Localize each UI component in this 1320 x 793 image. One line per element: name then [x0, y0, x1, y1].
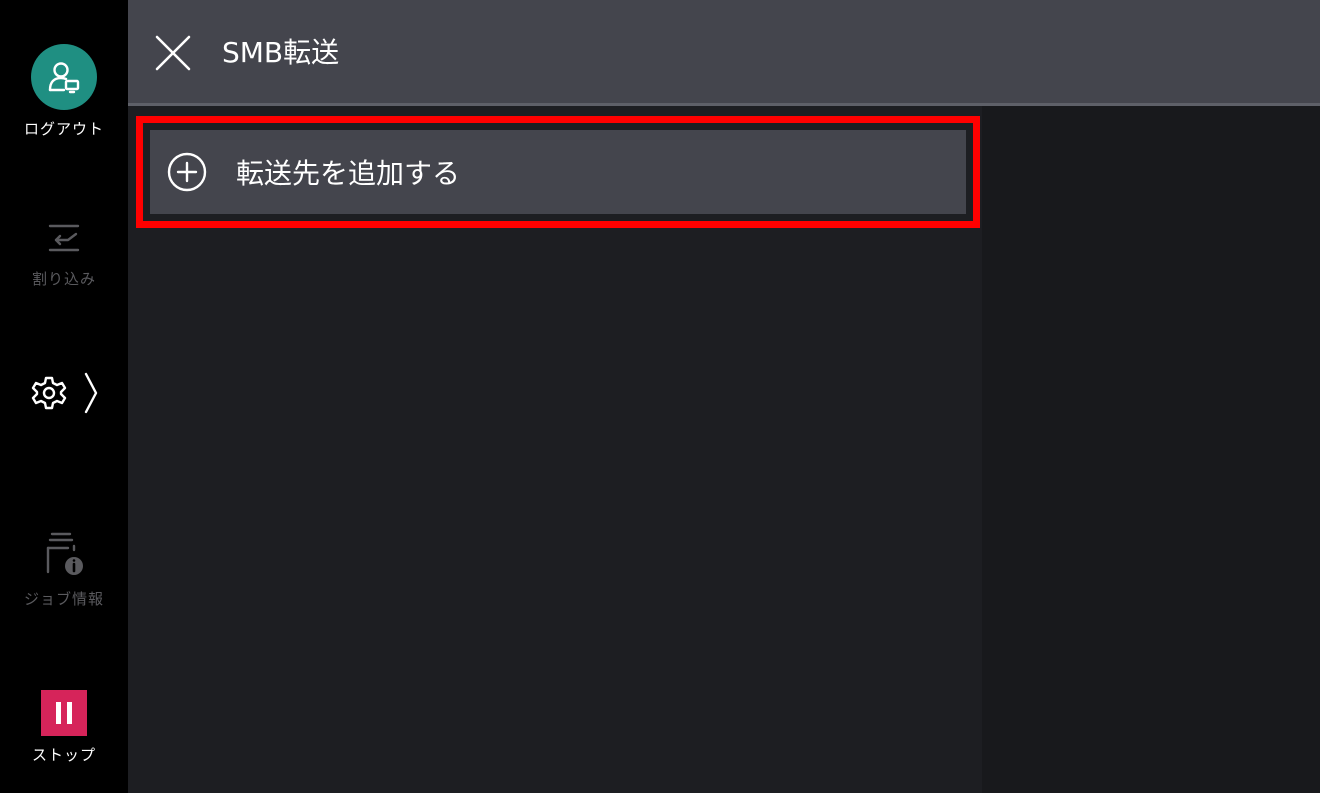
side-rail: ログアウト 割り込み ジョブ情報 ストップ — [0, 0, 128, 793]
header-bar: SMB転送 — [128, 0, 1320, 106]
stop-button[interactable]: ストップ — [0, 690, 128, 765]
settings-button[interactable] — [0, 370, 128, 416]
user-monitor-icon — [48, 62, 80, 94]
page-title: SMB転送 — [222, 36, 340, 69]
stop-label: ストップ — [31, 746, 96, 764]
stop-badge — [41, 690, 87, 736]
highlight-frame — [136, 116, 980, 228]
gear-icon — [31, 376, 67, 410]
logout-button[interactable]: ログアウト — [0, 44, 128, 139]
detail-panel — [982, 106, 1320, 793]
job-info-label: ジョブ情報 — [23, 590, 104, 608]
logout-avatar — [31, 44, 97, 110]
close-button[interactable] — [152, 32, 194, 74]
close-icon — [155, 35, 191, 71]
logout-label: ログアウト — [23, 120, 104, 138]
interrupt-label: 割り込み — [31, 270, 96, 288]
interrupt-icon — [48, 224, 80, 252]
job-info-button[interactable]: ジョブ情報 — [0, 528, 128, 609]
job-info-icon — [46, 532, 83, 575]
interrupt-button[interactable]: 割り込み — [0, 216, 128, 289]
chevron-right-icon — [84, 372, 98, 414]
pause-icon — [56, 702, 72, 724]
screen: ログアウト 割り込み ジョブ情報 ストップ SMB転送 転送先を追加する — [0, 0, 1320, 793]
